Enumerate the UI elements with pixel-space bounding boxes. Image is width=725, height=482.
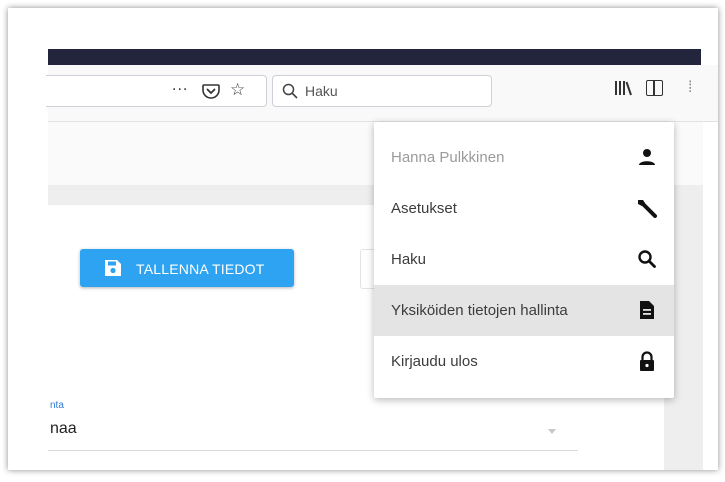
sidebar-toggle-icon[interactable] — [646, 80, 663, 96]
app-frame: ··· ☆ Haku ⁞ TALLENNA TIEDOT nta naa Han… — [8, 8, 718, 470]
field-label: nta — [50, 400, 64, 411]
search-icon — [638, 250, 656, 268]
menu-item-settings[interactable]: Asetukset — [374, 183, 674, 234]
menu-item-unit-management[interactable]: Yksiköiden tietojen hallinta — [374, 285, 674, 336]
save-button-label: TALLENNA TIEDOT — [136, 261, 265, 277]
chevron-down-icon[interactable] — [548, 429, 556, 434]
menu-item-profile[interactable]: Hanna Pulkkinen — [374, 132, 674, 183]
page-actions-icon[interactable]: ··· — [172, 82, 188, 98]
search-icon — [282, 83, 298, 99]
menu-item-label: Hanna Pulkkinen — [391, 149, 505, 166]
save-button[interactable]: TALLENNA TIEDOT — [80, 249, 294, 287]
menu-item-search[interactable]: Haku — [374, 234, 674, 285]
menu-item-label: Yksiköiden tietojen hallinta — [391, 302, 568, 319]
toolbar-separator: ⁞ — [688, 79, 693, 96]
document-icon — [640, 301, 654, 319]
bookmark-star-icon[interactable]: ☆ — [230, 80, 245, 100]
lock-icon — [640, 351, 654, 371]
url-bar[interactable]: ··· ☆ — [46, 75, 267, 107]
field-select-value[interactable]: naa — [50, 420, 77, 438]
browser-toolbar: ··· ☆ Haku ⁞ — [46, 65, 718, 122]
menu-item-label: Haku — [391, 251, 427, 268]
library-icon[interactable] — [614, 79, 632, 97]
search-placeholder: Haku — [305, 83, 338, 99]
menu-item-logout[interactable]: Kirjaudu ulos — [374, 336, 674, 387]
menu-item-label: Kirjaudu ulos — [391, 353, 478, 370]
user-dropdown-menu: Hanna Pulkkinen Asetukset Haku Yksiköide… — [374, 122, 674, 398]
search-input[interactable]: Haku — [272, 75, 492, 107]
pocket-icon[interactable] — [202, 82, 220, 100]
wrench-icon — [638, 200, 657, 218]
field-underline — [48, 450, 578, 451]
person-icon — [639, 149, 655, 165]
save-icon — [105, 260, 121, 276]
menu-item-label: Asetukset — [391, 200, 457, 217]
browser-titlebar — [48, 49, 701, 65]
